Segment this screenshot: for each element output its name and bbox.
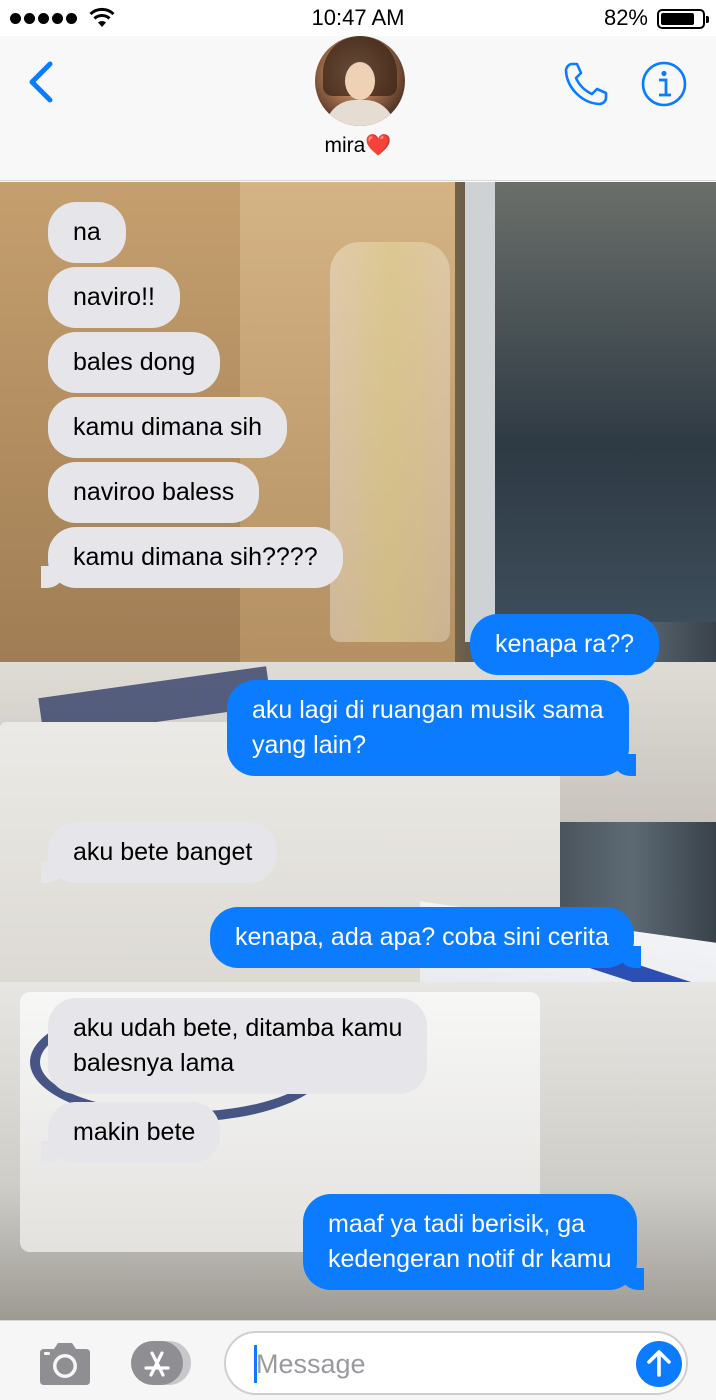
outgoing-message[interactable]: kenapa, ada apa? coba sini cerita <box>210 907 641 968</box>
outgoing-message[interactable]: maaf ya tadi berisik, ga kedengeran notif… <box>303 1194 644 1290</box>
contact-avatar[interactable] <box>315 36 405 126</box>
contact-name[interactable]: mira❤️ <box>0 134 716 158</box>
phone-icon[interactable] <box>560 58 612 110</box>
incoming-message[interactable]: makin bete <box>40 1102 221 1163</box>
send-arrow-up-icon <box>647 1350 671 1377</box>
battery-icon <box>657 9 709 29</box>
camera-icon[interactable] <box>36 1341 94 1387</box>
compose-bar <box>0 1320 716 1400</box>
message-input-field[interactable] <box>224 1331 688 1395</box>
chevron-left-icon[interactable] <box>22 58 62 106</box>
outgoing-message[interactable]: kenapa ra?? <box>470 614 660 675</box>
incoming-message[interactable]: aku bete banget <box>40 822 278 883</box>
incoming-message[interactable]: naviroo baless <box>48 462 260 523</box>
status-bar: 10:47 AM 82% <box>0 0 716 36</box>
incoming-message[interactable]: kamu dimana sih???? <box>41 527 343 588</box>
incoming-message[interactable]: na <box>48 202 126 263</box>
app-store-icon[interactable] <box>129 1339 193 1387</box>
info-icon[interactable] <box>640 60 688 108</box>
send-button[interactable] <box>636 1341 682 1387</box>
incoming-message[interactable]: aku udah bete, ditamba kamu balesnya lama <box>48 998 428 1094</box>
incoming-message[interactable]: bales dong <box>48 332 221 393</box>
incoming-message[interactable]: naviro!! <box>48 267 180 328</box>
message-thread[interactable]: na naviro!! bales dong kamu dimana sih n… <box>0 182 716 1320</box>
message-input[interactable] <box>256 1347 616 1381</box>
outgoing-message[interactable]: aku lagi di ruangan musik sama yang lain? <box>227 680 636 776</box>
battery-percent: 82% <box>603 5 648 30</box>
incoming-message[interactable]: kamu dimana sih <box>48 397 287 458</box>
conversation-header: mira❤️ <box>0 36 716 181</box>
